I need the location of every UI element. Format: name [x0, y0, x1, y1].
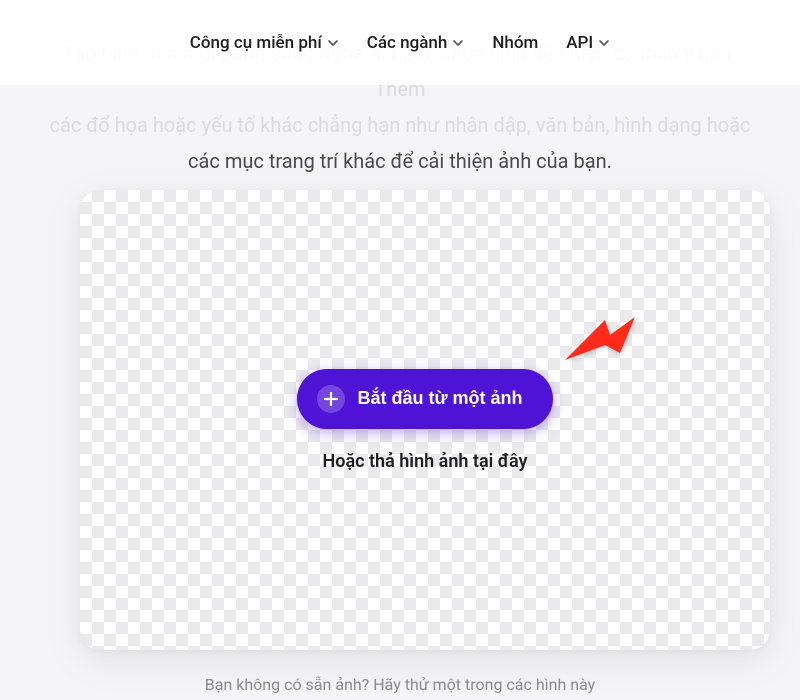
nav-item-free-tools[interactable]: Công cụ miễn phí	[190, 33, 339, 53]
drop-hint-label: Hoặc thả hình ảnh tại đây	[323, 451, 528, 472]
instruction-arrow-icon	[560, 305, 640, 379]
nav-label: Các ngành	[367, 33, 448, 53]
chevron-down-icon	[452, 37, 464, 49]
upload-dropzone[interactable]: Bắt đầu từ một ảnh Hoặc thả hình ảnh tại…	[80, 190, 770, 650]
chevron-down-icon	[598, 37, 610, 49]
nav-label: Công cụ miễn phí	[190, 33, 322, 53]
upload-button-label: Bắt đầu từ một ảnh	[357, 388, 522, 409]
chevron-down-icon	[327, 37, 339, 49]
start-from-image-button[interactable]: Bắt đầu từ một ảnh	[297, 369, 552, 429]
nav-label: Nhóm	[492, 33, 538, 53]
no-image-prompt: Bạn không có sẵn ảnh? Hãy thử một trong …	[0, 675, 800, 694]
nav-label: API	[566, 33, 593, 53]
nav-item-team[interactable]: Nhóm	[492, 33, 538, 53]
plus-icon	[317, 385, 345, 413]
nav-item-industries[interactable]: Các ngành	[367, 33, 465, 53]
top-nav: Công cụ miễn phí Các ngành Nhóm API	[0, 0, 800, 85]
hero-line-2: các đổ họa hoặc yếu tố khác chẳng hạn nh…	[50, 113, 751, 137]
nav-item-api[interactable]: API	[566, 33, 610, 53]
hero-line-3: các mục trang trí khác để cải thiện ảnh …	[188, 149, 612, 173]
